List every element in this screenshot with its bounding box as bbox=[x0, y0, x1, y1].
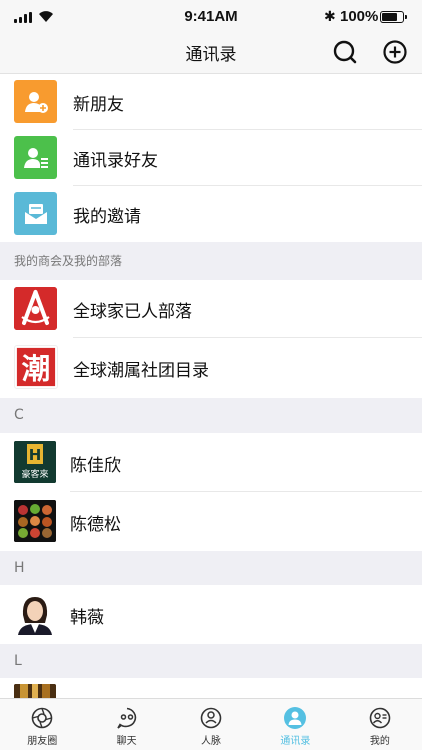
group-item[interactable]: 全球家已人部落 bbox=[0, 280, 422, 338]
tab-chat[interactable]: 聊天 bbox=[84, 699, 168, 750]
search-icon bbox=[333, 40, 357, 64]
svg-text:豪客來: 豪客來 bbox=[21, 468, 48, 480]
group-label: 全球潮属社团目录 bbox=[73, 361, 209, 381]
profile-card-icon bbox=[369, 707, 391, 729]
section-header-l: L bbox=[0, 644, 422, 678]
battery-percent: 100% bbox=[340, 8, 379, 25]
add-button[interactable] bbox=[380, 37, 410, 67]
avatar: H 豪客來 bbox=[14, 441, 56, 483]
camera-lens-icon bbox=[31, 707, 53, 729]
contact-list-icon bbox=[14, 136, 57, 179]
section-header-h: H bbox=[0, 551, 422, 585]
new-friend-icon bbox=[14, 80, 57, 123]
section-header-c: C bbox=[0, 398, 422, 433]
tab-bar: 朋友圈 聊天 人脉 通讯录 我的 bbox=[0, 698, 422, 750]
contact-name: 陈德松 bbox=[70, 515, 121, 535]
tab-contacts[interactable]: 通讯录 bbox=[253, 699, 337, 750]
contact-item[interactable] bbox=[0, 678, 422, 698]
section-header-groups: 我的商会及我的部落 bbox=[0, 242, 422, 280]
tab-label: 人脉 bbox=[201, 736, 222, 747]
contacts-friends-label: 通讯录好友 bbox=[73, 151, 158, 171]
group-item[interactable]: 潮 全球潮属社团目录 bbox=[0, 338, 422, 398]
svg-text:H: H bbox=[29, 446, 42, 464]
tab-moments[interactable]: 朋友圈 bbox=[0, 699, 84, 750]
bluetooth-icon: ✱ bbox=[324, 9, 336, 25]
tab-mine[interactable]: 我的 bbox=[338, 699, 422, 750]
tribe-logo-icon bbox=[14, 287, 57, 330]
new-friends-item[interactable]: 新朋友 bbox=[0, 74, 422, 130]
avatar bbox=[14, 593, 56, 635]
contact-name: 韩薇 bbox=[70, 608, 104, 628]
chao-logo-icon: 潮 bbox=[14, 345, 58, 389]
tab-label: 通讯录 bbox=[280, 736, 311, 747]
chat-face-icon bbox=[116, 707, 136, 729]
my-invitations-item[interactable]: 我的邀请 bbox=[0, 186, 422, 242]
my-invitations-label: 我的邀请 bbox=[73, 207, 141, 227]
tab-label: 朋友圈 bbox=[27, 736, 58, 747]
nav-bar: 通讯录 bbox=[0, 34, 422, 74]
contacts-friends-item[interactable]: 通讯录好友 bbox=[0, 130, 422, 186]
contact-name: 陈佳欣 bbox=[70, 456, 121, 476]
network-face-icon bbox=[200, 707, 222, 729]
contact-item[interactable]: 陈德松 bbox=[0, 492, 422, 551]
avatar bbox=[14, 500, 56, 542]
plus-circle-icon bbox=[383, 40, 407, 64]
invitation-envelope-icon bbox=[14, 192, 57, 235]
search-button[interactable] bbox=[330, 37, 360, 67]
new-friends-label: 新朋友 bbox=[73, 95, 124, 115]
avatar bbox=[14, 684, 56, 698]
tab-label: 我的 bbox=[369, 736, 390, 747]
tab-label: 聊天 bbox=[116, 736, 137, 747]
group-label: 全球家已人部落 bbox=[73, 302, 192, 322]
contact-item[interactable]: H 豪客來 陈佳欣 bbox=[0, 433, 422, 492]
tab-network[interactable]: 人脉 bbox=[169, 699, 253, 750]
status-bar: 9:41AM ✱ 100% bbox=[0, 0, 422, 34]
contact-item[interactable]: 韩薇 bbox=[0, 585, 422, 644]
contact-person-icon bbox=[284, 707, 307, 729]
battery-icon bbox=[380, 11, 407, 23]
svg-text:潮: 潮 bbox=[22, 351, 51, 385]
